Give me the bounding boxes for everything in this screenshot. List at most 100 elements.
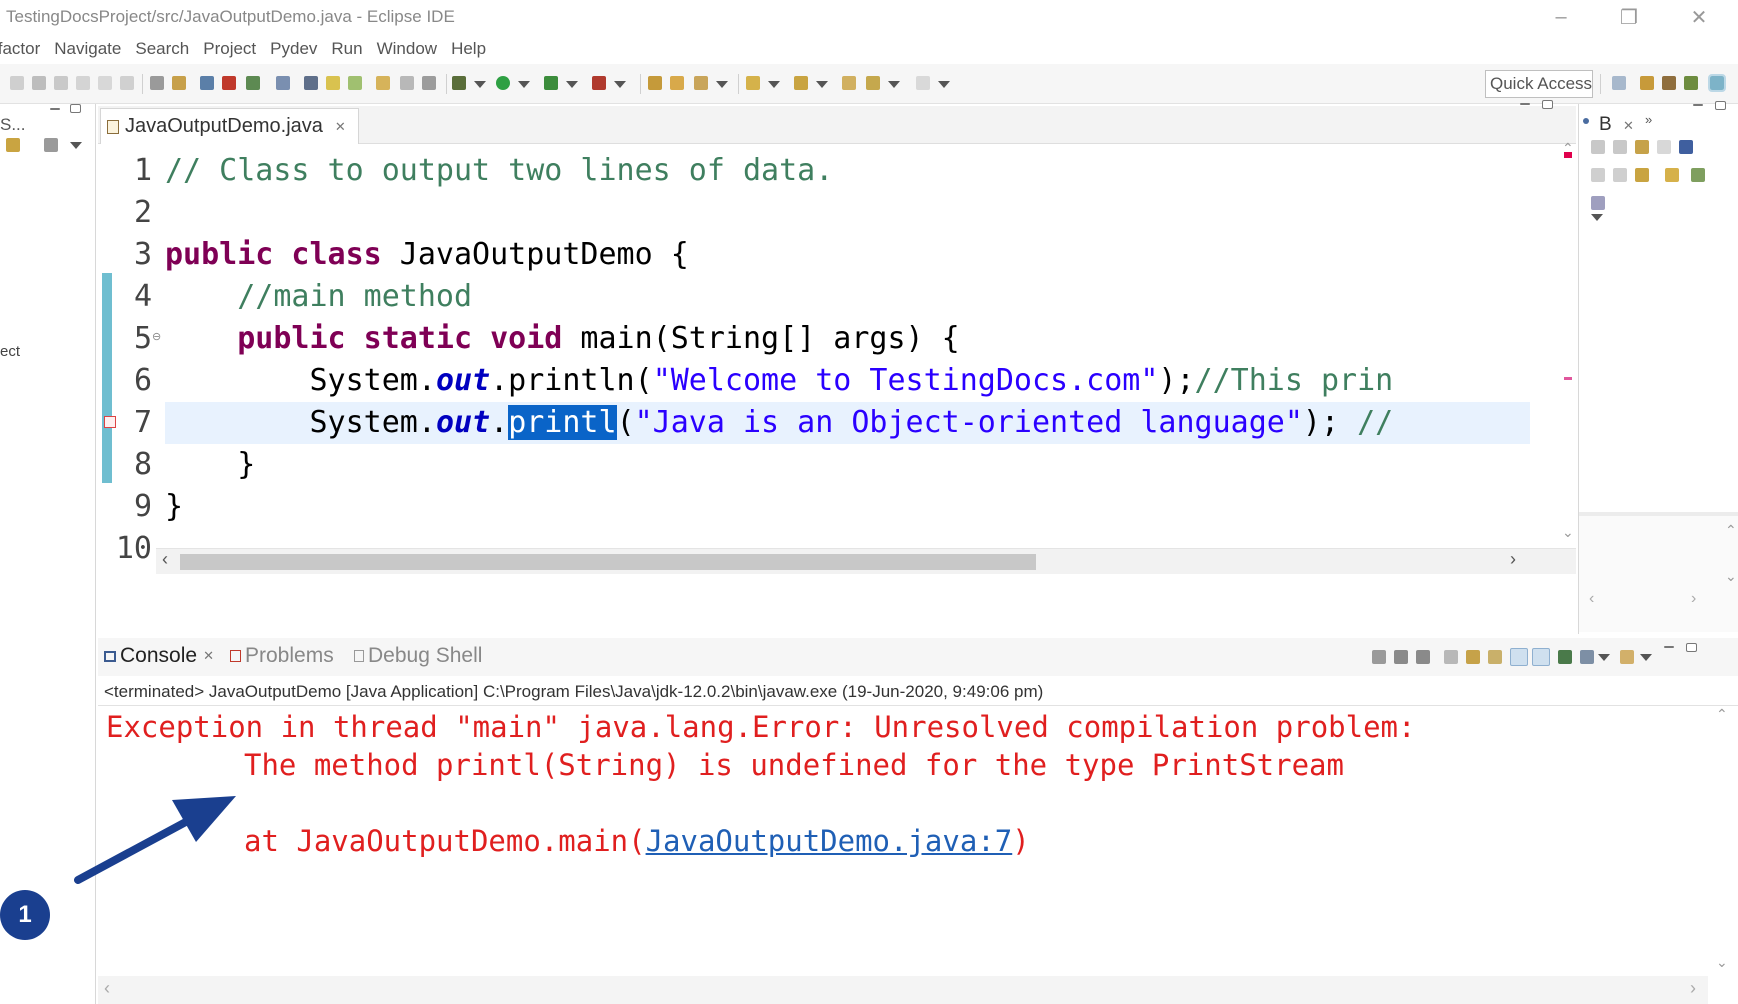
maximize-icon[interactable] (1715, 101, 1726, 110)
stack-trace-link[interactable]: JavaOutputDemo.java:7 (646, 824, 1013, 858)
disconnect-icon[interactable] (222, 76, 236, 90)
undo-icon[interactable] (98, 76, 112, 90)
scroll-right-icon[interactable]: › (1690, 978, 1696, 999)
java-ee-perspective-icon[interactable] (1640, 76, 1654, 90)
word-wrap-icon[interactable] (1488, 650, 1502, 664)
debug-icon[interactable] (452, 76, 466, 90)
breakpoint-icon[interactable] (1691, 168, 1705, 182)
right-panel-tab[interactable]: B (1599, 114, 1612, 136)
chevron-down-icon[interactable] (938, 81, 950, 88)
menu-refactor[interactable]: Refactor (0, 39, 40, 59)
debug-perspective-icon[interactable] (1708, 74, 1726, 92)
close-icon[interactable]: ✕ (1623, 118, 1634, 134)
scroll-left-icon[interactable]: ‹ (104, 978, 110, 999)
tab-problems[interactable]: Problems (230, 644, 334, 668)
console-vertical-scrollbar[interactable]: ⌃ ⌄ (1708, 706, 1738, 976)
previous-annotation-icon[interactable] (794, 76, 808, 90)
next-annotation-icon[interactable] (746, 76, 760, 90)
close-icon[interactable]: ✕ (335, 119, 346, 135)
minimize-icon[interactable] (50, 108, 60, 110)
tab-java-output-demo[interactable]: JavaOutputDemo.java ✕ (100, 108, 359, 144)
save-all-icon[interactable] (54, 76, 68, 90)
maximize-icon[interactable] (70, 104, 81, 113)
coverage-icon[interactable] (544, 76, 558, 90)
fold-collapse-icon[interactable]: ⊖ (152, 330, 161, 343)
back-icon[interactable] (866, 76, 880, 90)
remove-icon[interactable] (1591, 140, 1605, 154)
menu-navigate[interactable]: Navigate (54, 39, 121, 59)
more-tabs-icon[interactable]: » (1645, 112, 1652, 127)
collapse-all-icon[interactable] (1613, 168, 1627, 182)
open-task-icon[interactable] (694, 76, 708, 90)
debug-target-icon[interactable] (246, 76, 260, 90)
print-icon[interactable] (76, 76, 90, 90)
maximize-icon[interactable] (1542, 100, 1553, 109)
minimize-icon[interactable] (1664, 646, 1674, 648)
remove-all-icon[interactable] (1613, 140, 1627, 154)
chevron-down-icon[interactable] (566, 81, 578, 88)
skip-breakpoints-icon[interactable] (150, 76, 164, 90)
menu-pydev[interactable]: Pydev (270, 39, 317, 59)
menu-run[interactable]: Run (331, 39, 362, 59)
scroll-down-icon[interactable]: ⌄ (1562, 524, 1574, 541)
menu-help[interactable]: Help (451, 39, 486, 59)
scroll-up-icon[interactable]: ⌃ (1562, 140, 1574, 157)
code-text[interactable]: // Class to output two lines of data. pu… (165, 150, 1530, 570)
save-icon[interactable] (32, 76, 46, 90)
scroll-down-icon[interactable]: ⌄ (1725, 568, 1737, 585)
open-console-icon[interactable] (1620, 650, 1634, 664)
scroll-left-icon[interactable]: ‹ (1589, 590, 1594, 608)
git-perspective-icon[interactable] (1684, 76, 1698, 90)
error-overview-marker[interactable] (1564, 377, 1572, 380)
scroll-right-icon[interactable]: › (1510, 549, 1516, 570)
left-panel-tab[interactable]: S... (0, 115, 26, 135)
scroll-left-icon[interactable]: ‹ (162, 549, 168, 570)
scroll-lock-icon[interactable] (1466, 650, 1480, 664)
last-edit-icon[interactable] (842, 76, 856, 90)
goto-file-icon[interactable] (1657, 140, 1671, 154)
link-with-editor-icon[interactable] (6, 138, 20, 152)
external-tools-icon[interactable] (592, 76, 606, 90)
restore-icon[interactable]: ❐ (1606, 2, 1652, 32)
chevron-down-icon[interactable] (474, 81, 486, 88)
remove-launch-icon[interactable] (1394, 650, 1408, 664)
code-editor[interactable]: 1 2 3 4 5 6 7 8 9 10 ⊖ // Class to outpu… (98, 140, 1576, 604)
run-icon[interactable] (496, 76, 510, 90)
chevron-down-icon[interactable] (816, 81, 828, 88)
error-marker-icon[interactable] (104, 416, 116, 428)
clear-console-icon[interactable] (1444, 650, 1458, 664)
maximize-icon[interactable] (1686, 643, 1697, 652)
chevron-down-icon[interactable] (1598, 654, 1610, 661)
group-icon[interactable] (1591, 196, 1605, 210)
minimize-icon[interactable]: – (1538, 2, 1584, 32)
chevron-down-icon[interactable] (768, 81, 780, 88)
scroll-right-icon[interactable]: › (1691, 590, 1696, 608)
scroll-down-icon[interactable]: ⌄ (1716, 954, 1728, 971)
close-icon[interactable]: ✕ (203, 648, 214, 664)
tab-console[interactable]: Console ✕ (104, 644, 214, 668)
expand-all-icon[interactable] (1591, 168, 1605, 182)
selected-text[interactable]: printl (508, 405, 617, 440)
open-folder-icon[interactable] (670, 76, 684, 90)
chevron-down-icon[interactable] (1640, 654, 1652, 661)
terminate-icon[interactable] (1372, 650, 1386, 664)
chevron-down-icon[interactable] (716, 81, 728, 88)
console-output[interactable]: Exception in thread "main" java.lang.Err… (98, 706, 1708, 976)
console-horizontal-scrollbar[interactable]: ‹ › (98, 976, 1708, 1004)
scroll-up-icon[interactable]: ⌃ (1716, 706, 1728, 723)
annotation-icon[interactable] (376, 76, 390, 90)
chevron-down-icon[interactable] (888, 81, 900, 88)
show-on-stderr-icon[interactable] (1532, 648, 1550, 666)
display-console-icon[interactable] (1580, 650, 1594, 664)
minimize-icon[interactable] (1520, 103, 1530, 105)
tab-debug-shell[interactable]: Debug Shell (354, 644, 482, 668)
close-icon[interactable]: ✕ (1676, 2, 1722, 32)
block-select-icon[interactable] (400, 76, 414, 90)
scrollbar-thumb[interactable] (180, 554, 1036, 570)
minimize-icon[interactable] (1693, 104, 1703, 106)
redo-icon[interactable] (120, 76, 134, 90)
java-exception-icon[interactable] (1665, 168, 1679, 182)
build-icon[interactable] (172, 76, 186, 90)
whitespace-icon[interactable] (422, 76, 436, 90)
open-type-icon[interactable] (276, 76, 290, 90)
